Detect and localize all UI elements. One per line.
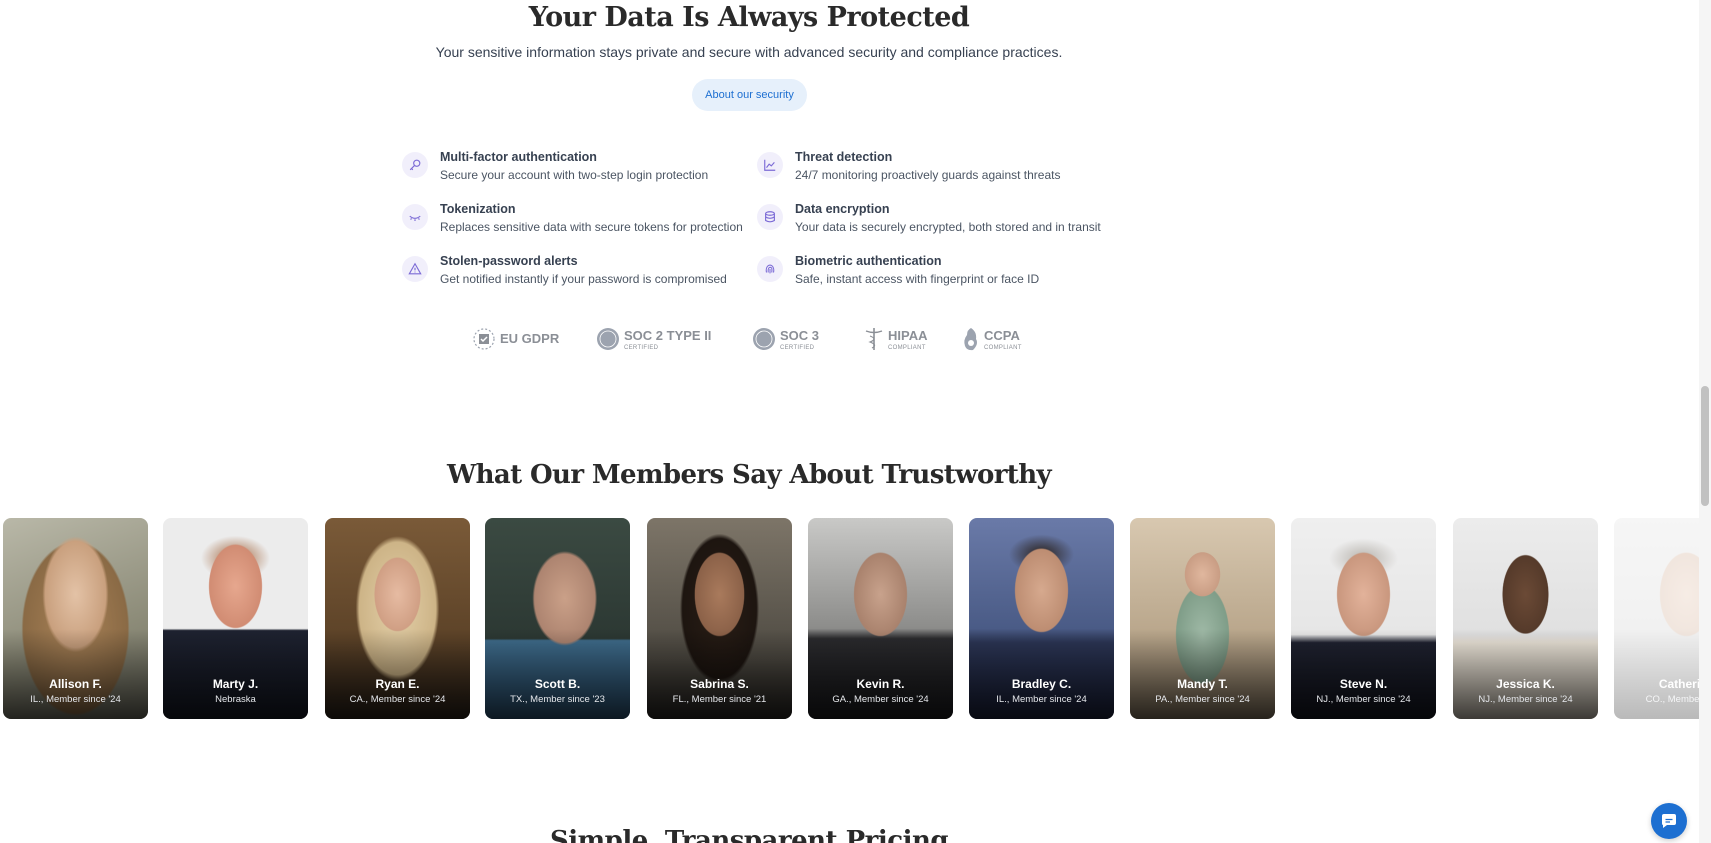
testimonial-card[interactable]: Ryan E. CA., Member since '24 [325, 518, 470, 719]
feature-title: Data encryption [795, 202, 890, 216]
badge-soc2: SOC 2 TYPE II CERTIFIED [596, 324, 711, 354]
badge-label: SOC 2 TYPE II [624, 327, 712, 343]
key-icon [402, 152, 428, 178]
testimonial-card[interactable]: Mandy T. PA., Member since '24 [1130, 518, 1275, 719]
feature-threat-detection: Threat detection 24/7 monitoring proacti… [755, 148, 1115, 188]
fingerprint-icon [757, 256, 783, 282]
member-meta: Nebraska [215, 694, 256, 705]
member-meta: IL., Member since '24 [30, 694, 121, 705]
security-title: Your Data Is Always Protected [528, 2, 970, 33]
feature-desc: Secure your account with two-step login … [440, 168, 709, 182]
feature-desc: Your data is securely encrypted, both st… [795, 220, 1101, 234]
member-meta: NJ., Member since '24 [1478, 694, 1573, 705]
feature-title: Multi-factor authentication [440, 150, 597, 164]
testimonials-title: What Our Members Say About Trustworthy [446, 460, 1052, 490]
feature-title: Tokenization [440, 202, 516, 216]
badge-label: CCPA [984, 327, 1020, 343]
testimonial-card[interactable]: Bradley C. IL., Member since '24 [969, 518, 1114, 719]
badge-sublabel: COMPLIANT [984, 344, 1022, 351]
member-meta: NJ., Member since '24 [1316, 694, 1411, 705]
member-name: Steve N. [1339, 677, 1388, 691]
aicpa-seal-icon [752, 327, 776, 351]
member-meta: PA., Member since '24 [1155, 694, 1250, 705]
member-name: Ryan E. [375, 677, 420, 691]
member-name: Scott B. [534, 677, 581, 691]
chat-bubble-icon [1662, 814, 1676, 828]
eye-closed-icon [402, 204, 428, 230]
compliance-badges: EU GDPR SOC 2 TYPE II CERTIFIED SOC 3 CERT… [470, 324, 1030, 354]
feature-stolen-password: Stolen-password alerts Get notified inst… [400, 252, 760, 292]
member-meta: TX., Member since '23 [510, 694, 605, 705]
feature-tokenization: Tokenization Replaces sensitive data wit… [400, 200, 760, 240]
feature-title: Threat detection [795, 150, 893, 164]
badge-sublabel: CERTIFIED [624, 344, 659, 351]
member-meta: CA., Member since '24 [349, 694, 446, 705]
member-name: Catherine [1658, 677, 1700, 691]
feature-mfa: Multi-factor authentication Secure your … [400, 148, 760, 188]
testimonial-card[interactable]: Kevin R. GA., Member since '24 [808, 518, 953, 719]
eu-stars-icon [472, 327, 496, 351]
member-meta: CO., Member since [1645, 694, 1700, 705]
about-security-button[interactable]: About our security [692, 79, 807, 111]
member-name: Kevin R. [856, 677, 905, 691]
feature-desc: 24/7 monitoring proactively guards again… [795, 168, 1061, 182]
aicpa-seal-icon [596, 327, 620, 351]
badge-gdpr: EU GDPR [472, 324, 559, 354]
member-name: Marty J. [212, 677, 259, 691]
badge-sublabel: CERTIFIED [780, 344, 815, 351]
badge-ccpa: CCPA COMPLIANT [962, 324, 1022, 354]
testimonial-card[interactable]: Allison F. IL., Member since '24 [3, 518, 148, 719]
member-name: Jessica K. [1496, 677, 1555, 691]
member-name: Allison F. [49, 677, 102, 691]
chat-button[interactable] [1651, 803, 1687, 839]
warning-triangle-icon [402, 256, 428, 282]
member-name: Bradley C. [1011, 677, 1072, 691]
member-meta: IL., Member since '24 [996, 694, 1087, 705]
caduceus-icon [864, 326, 884, 352]
badge-hipaa: HIPAA COMPLIANT [864, 324, 927, 354]
badge-sublabel: COMPLIANT [888, 344, 926, 351]
testimonial-card[interactable]: Scott B. TX., Member since '23 [485, 518, 630, 719]
feature-desc: Get notified instantly if your password … [440, 272, 727, 286]
badge-soc3: SOC 3 CERTIFIED [752, 324, 819, 354]
testimonial-card[interactable]: Catherine CO., Member since [1614, 518, 1700, 719]
testimonial-card[interactable]: Steve N. NJ., Member since '24 [1291, 518, 1436, 719]
testimonial-card[interactable]: Marty J. Nebraska [163, 518, 308, 719]
member-meta: FL., Member since '21 [672, 694, 767, 705]
feature-data-encryption: Data encryption Your data is securely en… [755, 200, 1115, 240]
testimonial-card[interactable]: Sabrina S. FL., Member since '21 [647, 518, 792, 719]
badge-label: SOC 3 [780, 327, 820, 343]
badge-label: EU GDPR [500, 331, 560, 346]
member-name: Mandy T. [1177, 677, 1228, 691]
california-bear-icon [962, 326, 980, 352]
member-name: Sabrina S. [690, 677, 749, 691]
feature-title: Biometric authentication [795, 254, 942, 268]
page-scrollbar[interactable] [1699, 0, 1711, 843]
testimonial-card[interactable]: Jessica K. NJ., Member since '24 [1453, 518, 1598, 719]
feature-desc: Replaces sensitive data with secure toke… [440, 220, 743, 234]
member-meta: GA., Member since '24 [832, 694, 929, 705]
feature-desc: Safe, instant access with fingerprint or… [795, 272, 1040, 286]
database-icon [757, 204, 783, 230]
testimonial-carousel[interactable]: Allison F. IL., Member since '24 Marty J… [0, 518, 1700, 719]
security-subtitle: Your sensitive information stays private… [435, 44, 1063, 60]
feature-biometric: Biometric authentication Safe, instant a… [755, 252, 1115, 292]
feature-title: Stolen-password alerts [440, 254, 578, 268]
pricing-title: Simple, Transparent Pricing [549, 826, 949, 843]
scrollbar-thumb[interactable] [1701, 386, 1709, 506]
chart-line-icon [757, 152, 783, 178]
badge-label: HIPAA [888, 327, 928, 343]
